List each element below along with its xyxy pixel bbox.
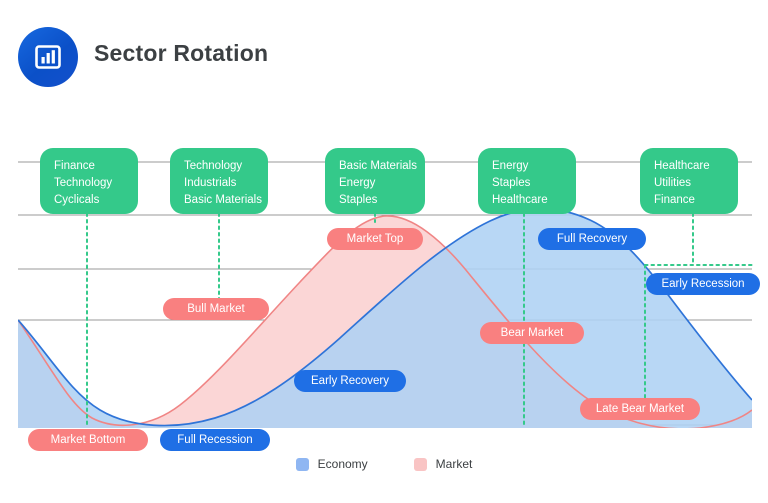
sector-label-5[interactable]: Healthcare Utilities Finance	[640, 148, 738, 214]
phase-label-bear-market[interactable]: Bear Market	[480, 322, 584, 344]
sector-line: Technology	[184, 160, 243, 172]
sector-line: Finance	[654, 194, 695, 206]
legend-item-economy[interactable]: Economy	[295, 457, 368, 471]
sector-line: Healthcare	[654, 160, 710, 172]
legend-label: Market	[435, 457, 473, 471]
legend-swatch-icon	[413, 457, 427, 471]
phase-label-market-bottom[interactable]: Market Bottom	[28, 429, 148, 451]
sector-line: Staples	[492, 177, 531, 189]
sector-line: Healthcare	[492, 194, 548, 206]
sector-line: Energy	[339, 177, 376, 189]
sector-label-1[interactable]: Finance Technology Cyclicals	[40, 148, 138, 214]
sector-rotation-infographic: Sector Rotation Finance Technology Cycli…	[0, 0, 768, 503]
phase-label-early-recession[interactable]: Early Recession	[646, 273, 760, 295]
phase-label-late-bear-market[interactable]: Late Bear Market	[580, 398, 700, 420]
sector-line: Utilities	[654, 177, 692, 189]
sector-line: Technology	[54, 177, 113, 189]
sector-line: Energy	[492, 160, 529, 172]
sector-line: Finance	[54, 160, 95, 172]
sector-line: Industrials	[184, 177, 237, 189]
sector-label-3[interactable]: Basic Materials Energy Staples	[325, 148, 425, 214]
legend-swatch-icon	[295, 457, 309, 471]
sector-label-2[interactable]: Technology Industrials Basic Materials	[170, 148, 268, 214]
phase-label-bull-market[interactable]: Bull Market	[163, 298, 269, 320]
phase-label-market-top[interactable]: Market Top	[327, 228, 423, 250]
sector-line: Basic Materials	[339, 160, 417, 172]
phase-label-full-recession[interactable]: Full Recession	[160, 429, 270, 451]
chart-canvas	[0, 0, 768, 503]
sector-line: Staples	[339, 194, 378, 206]
chart-legend: Economy Market	[0, 452, 768, 476]
phase-label-full-recovery[interactable]: Full Recovery	[538, 228, 646, 250]
chart-svg	[18, 161, 753, 428]
legend-item-market[interactable]: Market	[413, 457, 473, 471]
sector-line: Cyclicals	[54, 194, 100, 206]
sector-label-4[interactable]: Energy Staples Healthcare	[478, 148, 576, 214]
legend-label: Economy	[317, 457, 368, 471]
sector-line: Basic Materials	[184, 194, 262, 206]
phase-label-early-recovery[interactable]: Early Recovery	[294, 370, 406, 392]
